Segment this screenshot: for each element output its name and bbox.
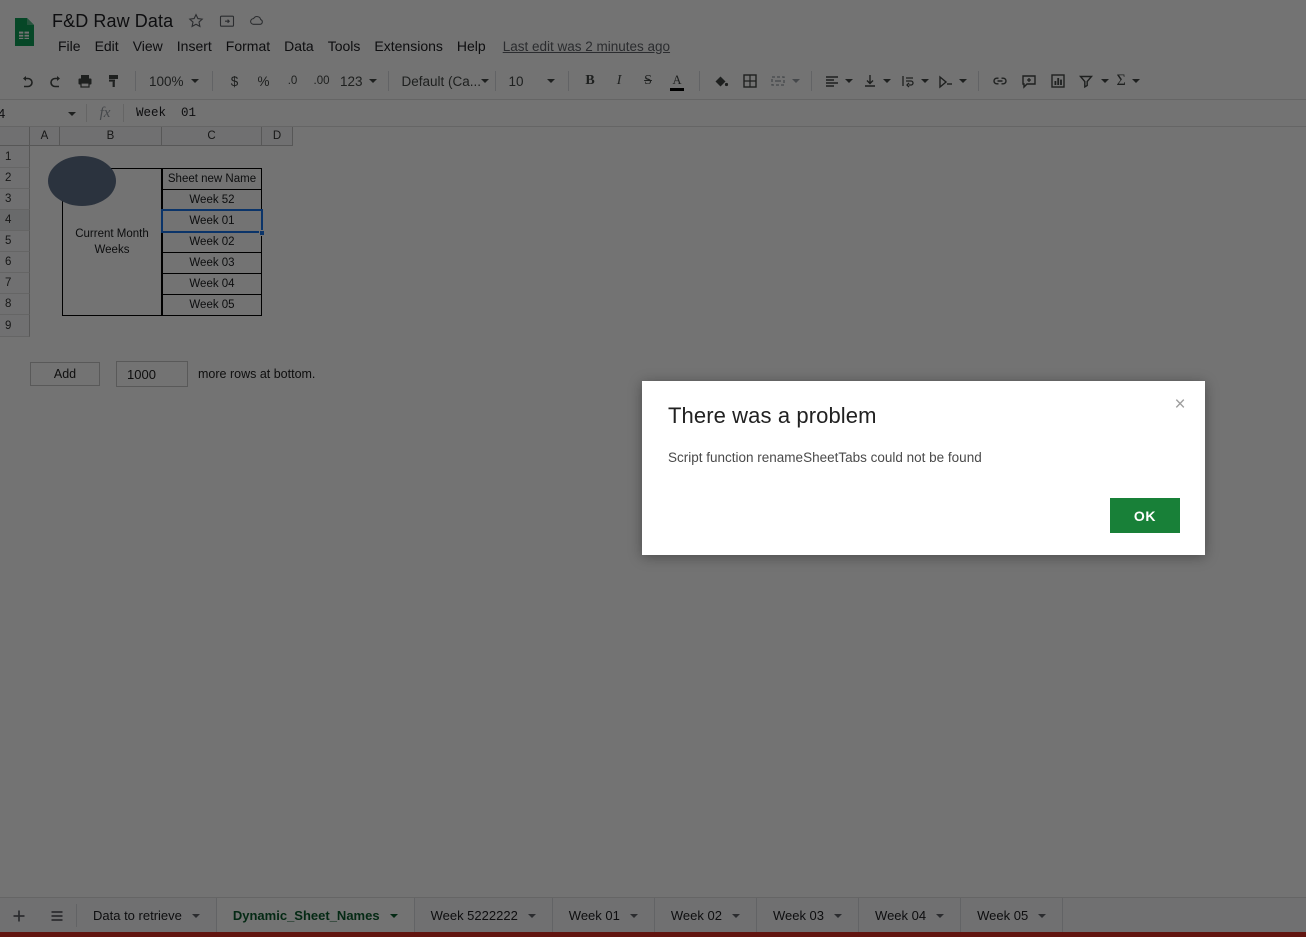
dialog-message: Script function renameSheetTabs could no…: [668, 450, 982, 465]
ok-button[interactable]: OK: [1110, 498, 1180, 533]
close-icon[interactable]: ×: [1169, 393, 1191, 415]
dialog-title: There was a problem: [668, 403, 877, 428]
error-dialog: There was a problem × Script function re…: [642, 381, 1205, 555]
